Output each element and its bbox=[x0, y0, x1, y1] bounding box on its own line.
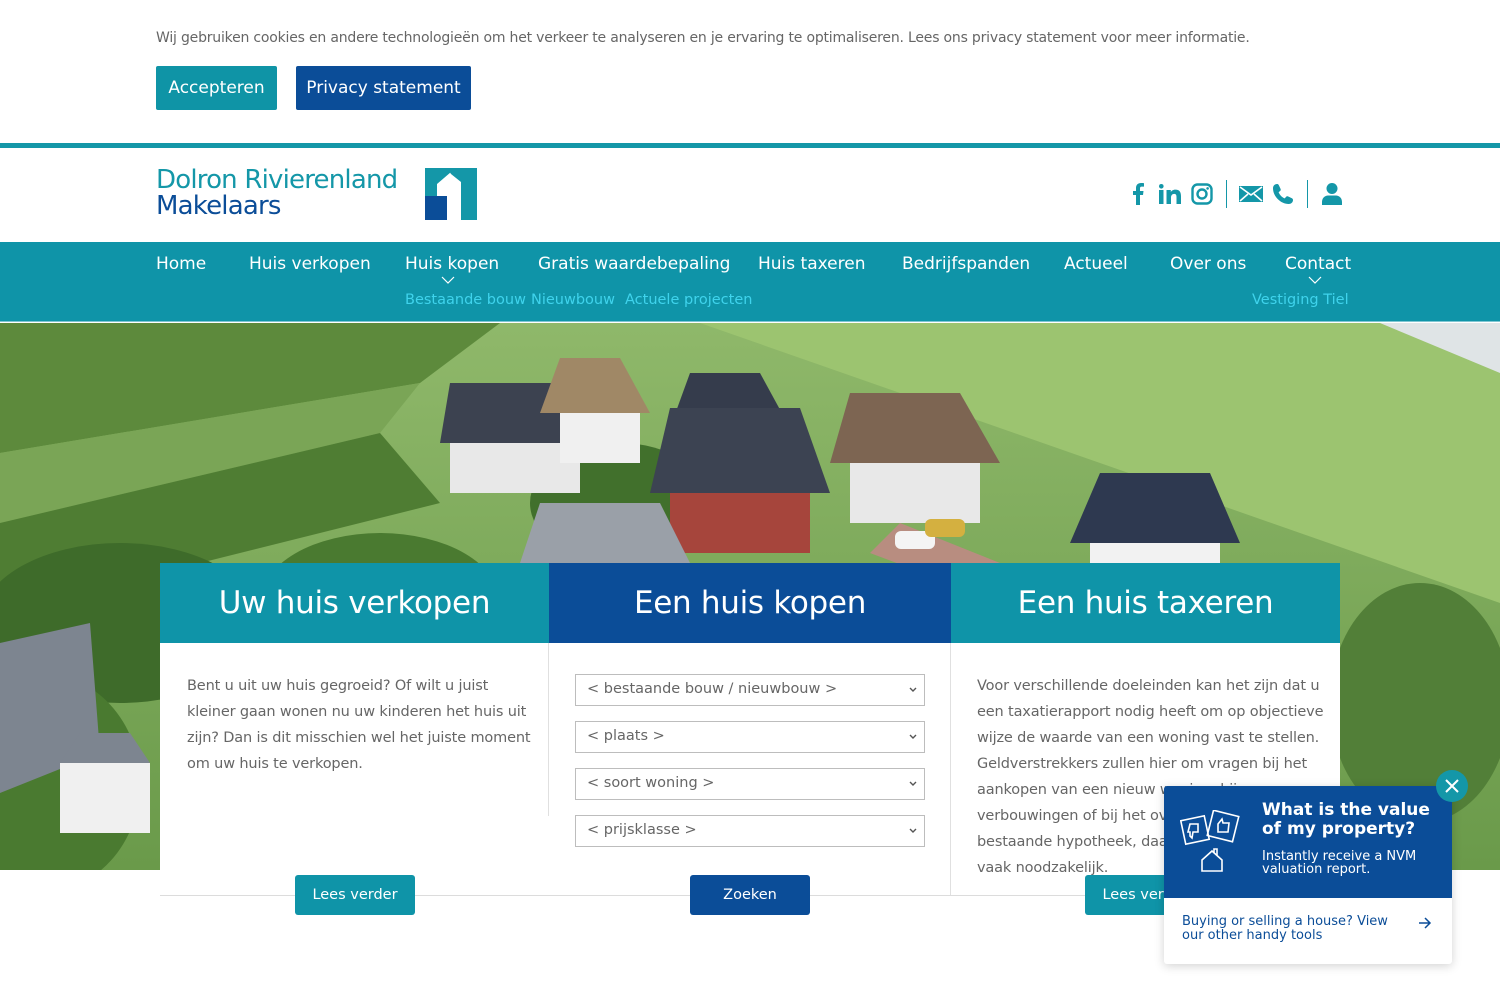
select-value: < soort woning > bbox=[587, 775, 715, 791]
chevron-down-icon bbox=[909, 687, 917, 692]
phone-icon[interactable] bbox=[1271, 182, 1295, 206]
site-header: Dolron Rivierenland Makelaars bbox=[0, 148, 1500, 242]
select-prijsklasse[interactable]: < prijsklasse > bbox=[575, 815, 925, 847]
card-body-verkopen: Bent u uit uw huis gegroeid? Of wilt u j… bbox=[160, 643, 549, 895]
chevron-down-icon bbox=[441, 276, 455, 284]
logo-house-icon bbox=[425, 168, 477, 220]
card-title-verkopen: Uw huis verkopen bbox=[160, 563, 549, 643]
select-value: < bestaande bouw / nieuwbouw > bbox=[587, 681, 838, 697]
widget-title: What is the value of my property? bbox=[1262, 800, 1430, 839]
nav-item-bedrijfspanden[interactable]: Bedrijfspanden bbox=[902, 254, 1030, 274]
logo-text-line2: Makelaars bbox=[156, 191, 281, 221]
close-icon bbox=[1445, 779, 1459, 793]
submenu-nieuwbouw[interactable]: Nieuwbouw bbox=[531, 292, 615, 308]
widget-header[interactable]: What is the value of my property? Instan… bbox=[1164, 786, 1452, 898]
chevron-down-icon bbox=[909, 781, 917, 786]
logo[interactable]: Dolron Rivierenland Makelaars bbox=[156, 166, 486, 222]
nav-item-contact[interactable]: Contact bbox=[1285, 254, 1351, 274]
nav-item-huis-verkopen[interactable]: Huis verkopen bbox=[249, 254, 371, 274]
chevron-down-icon bbox=[909, 828, 917, 833]
select-value: < prijsklasse > bbox=[587, 822, 697, 838]
privacy-statement-button[interactable]: Privacy statement bbox=[296, 66, 471, 110]
header-icons bbox=[1126, 178, 1344, 210]
logo-text-line1: Dolron Rivierenland bbox=[156, 165, 398, 195]
search-form: < bestaande bouw / nieuwbouw > < plaats … bbox=[575, 674, 925, 862]
chevron-down-icon bbox=[1308, 276, 1322, 284]
user-icon[interactable] bbox=[1320, 182, 1344, 206]
select-value: < plaats > bbox=[587, 728, 665, 744]
icon-divider bbox=[1226, 180, 1227, 208]
nav-item-home[interactable]: Home bbox=[156, 254, 206, 274]
icon-divider bbox=[1307, 180, 1308, 208]
nav-item-over-ons[interactable]: Over ons bbox=[1170, 254, 1246, 274]
select-plaats[interactable]: < plaats > bbox=[575, 721, 925, 753]
nav-item-huis-taxeren[interactable]: Huis taxeren bbox=[758, 254, 865, 274]
card-title-taxeren: Een huis taxeren bbox=[951, 563, 1340, 643]
select-soort-woning[interactable]: < soort woning > bbox=[575, 768, 925, 800]
chevron-down-icon bbox=[909, 734, 917, 739]
lees-verder-verkopen-button[interactable]: Lees verder bbox=[295, 875, 415, 915]
select-bouwtype[interactable]: < bestaande bouw / nieuwbouw > bbox=[575, 674, 925, 706]
card-body-kopen: < bestaande bouw / nieuwbouw > < plaats … bbox=[549, 643, 951, 895]
main-nav: Home Huis verkopen Huis kopen Gratis waa… bbox=[0, 242, 1500, 322]
arrow-right-icon[interactable] bbox=[1418, 916, 1432, 930]
cookie-bar: Wij gebruiken cookies en andere technolo… bbox=[0, 0, 1500, 143]
instagram-icon[interactable] bbox=[1190, 182, 1214, 206]
facebook-icon[interactable] bbox=[1126, 182, 1150, 206]
nav-item-actueel[interactable]: Actueel bbox=[1064, 254, 1128, 274]
widget-subtitle: Instantly receive a NVM valuation report… bbox=[1262, 849, 1417, 877]
submenu-vestiging-tiel[interactable]: Vestiging Tiel bbox=[1252, 292, 1349, 308]
submenu-bestaande-bouw[interactable]: Bestaande bouw bbox=[405, 292, 526, 308]
card-text-verkopen: Bent u uit uw huis gegroeid? Of wilt u j… bbox=[187, 678, 531, 772]
zoeken-button[interactable]: Zoeken bbox=[690, 875, 810, 915]
nav-item-huis-kopen[interactable]: Huis kopen bbox=[405, 254, 499, 274]
nav-item-gratis-waardebepaling[interactable]: Gratis waardebepaling bbox=[538, 254, 730, 274]
valuation-widget: What is the value of my property? Instan… bbox=[1164, 786, 1452, 964]
accept-cookies-button[interactable]: Accepteren bbox=[156, 66, 277, 110]
card-title-kopen: Een huis kopen bbox=[549, 563, 951, 643]
submenu-actuele-projecten[interactable]: Actuele projecten bbox=[625, 292, 752, 308]
cookie-message: Wij gebruiken cookies en andere technolo… bbox=[156, 30, 1250, 46]
widget-tools-link[interactable]: Buying or selling a house? View our othe… bbox=[1182, 915, 1407, 943]
widget-close-button[interactable] bbox=[1436, 770, 1468, 802]
mail-icon[interactable] bbox=[1239, 182, 1263, 206]
thumbs-house-icon bbox=[1180, 810, 1240, 872]
linkedin-icon[interactable] bbox=[1158, 182, 1182, 206]
